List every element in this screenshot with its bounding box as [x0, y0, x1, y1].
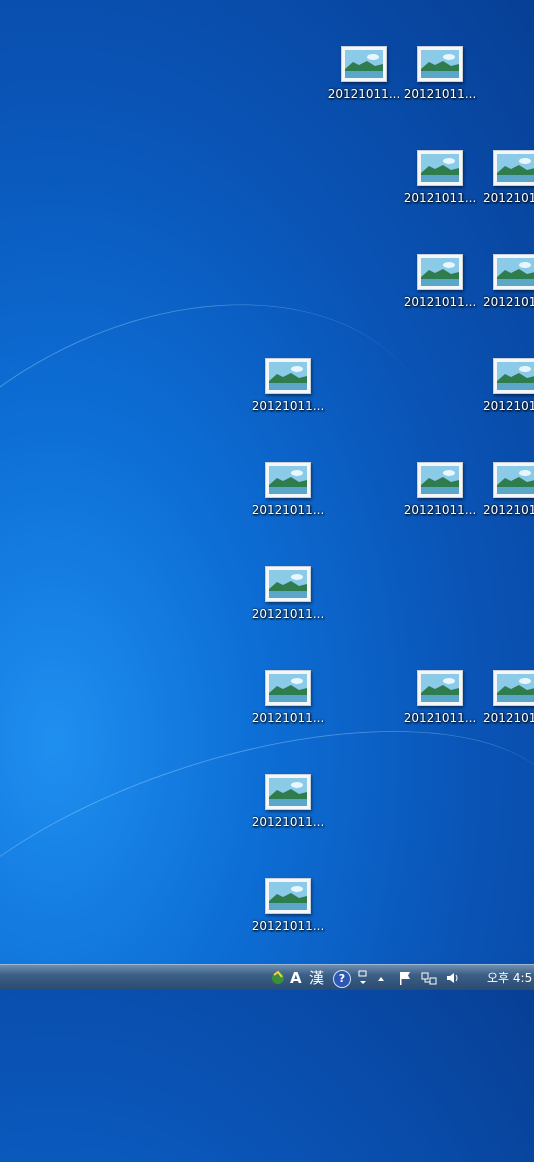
file-name-label: 20121011...	[251, 503, 325, 517]
image-file-icon	[493, 254, 534, 290]
desktop-file-icon[interactable]: 20121011...	[403, 252, 477, 342]
volume-icon[interactable]	[445, 969, 461, 987]
image-file-icon	[417, 46, 463, 82]
desktop-file-icon[interactable]: 20121011...	[251, 668, 325, 758]
image-file-icon	[417, 150, 463, 186]
file-name-label: 20121011...	[403, 87, 477, 101]
file-name-label: 20121011...	[403, 191, 477, 205]
file-name-label: 2012101	[483, 295, 534, 309]
file-name-label: 20121011...	[327, 87, 401, 101]
desktop: 20121011... 20121011... 20121011... 2012…	[0, 0, 534, 964]
image-file-icon	[493, 670, 534, 706]
action-center-flag-icon[interactable]	[398, 969, 412, 987]
image-file-icon	[493, 150, 534, 186]
system-clock[interactable]: 오후 4:5	[487, 969, 532, 986]
file-name-label: 2012101	[483, 711, 534, 725]
image-file-icon	[493, 358, 534, 394]
image-file-icon	[493, 462, 534, 498]
input-mode-indicator[interactable]: A	[290, 969, 302, 987]
file-name-label: 20121011...	[403, 503, 477, 517]
desktop-file-icon[interactable]: 20121011...	[403, 460, 477, 550]
desktop-file-icon[interactable]: 20121011...	[251, 460, 325, 550]
file-name-label: 20121011...	[251, 399, 325, 413]
image-file-icon	[417, 670, 463, 706]
desktop-file-icon[interactable]: 20121011...	[403, 44, 477, 134]
desktop-file-icon[interactable]: 20121011...	[251, 772, 325, 862]
desktop-file-icon[interactable]: 2012101	[479, 460, 534, 550]
image-file-icon	[341, 46, 387, 82]
file-name-label: 20121011...	[251, 815, 325, 829]
language-bar-icon[interactable]	[271, 969, 285, 987]
desktop-file-icon[interactable]: 20121011...	[251, 564, 325, 654]
desktop-file-icon[interactable]: 20121011...	[403, 148, 477, 238]
desktop-file-icon[interactable]: 20121011...	[251, 876, 325, 966]
file-name-label: 2012101	[483, 503, 534, 517]
desktop-file-icon[interactable]: 2012101	[479, 356, 534, 446]
image-file-icon	[417, 462, 463, 498]
desktop-file-icon[interactable]: 20121011...	[327, 44, 401, 134]
image-file-icon	[265, 358, 311, 394]
desktop-file-icon[interactable]: 2012101	[479, 668, 534, 758]
image-file-icon	[265, 878, 311, 914]
file-name-label: 2012101	[483, 191, 534, 205]
image-file-icon	[265, 566, 311, 602]
taskbar: A 漢 ? 오후 4:5	[0, 964, 534, 990]
hanja-button[interactable]: 漢	[309, 969, 324, 987]
image-file-icon	[417, 254, 463, 290]
network-icon[interactable]	[421, 969, 437, 987]
image-file-icon	[265, 670, 311, 706]
file-name-label: 20121011...	[251, 919, 325, 933]
file-name-label: 20121011...	[251, 711, 325, 725]
language-bar-options-icon[interactable]	[358, 969, 368, 987]
file-name-label: 20121011...	[403, 711, 477, 725]
file-name-label: 20121011...	[403, 295, 477, 309]
help-icon[interactable]: ?	[333, 970, 351, 988]
desktop-file-icon[interactable]: 20121011...	[251, 356, 325, 446]
image-file-icon	[265, 462, 311, 498]
file-name-label: 20121011...	[251, 607, 325, 621]
image-file-icon	[265, 774, 311, 810]
desktop-file-icon[interactable]: 20121011...	[403, 668, 477, 758]
show-hidden-icons-chevron-icon[interactable]	[376, 969, 386, 987]
file-name-label: 2012101	[483, 399, 534, 413]
desktop-file-icon[interactable]: 2012101	[479, 148, 534, 238]
desktop-file-icon[interactable]: 2012101	[479, 252, 534, 342]
